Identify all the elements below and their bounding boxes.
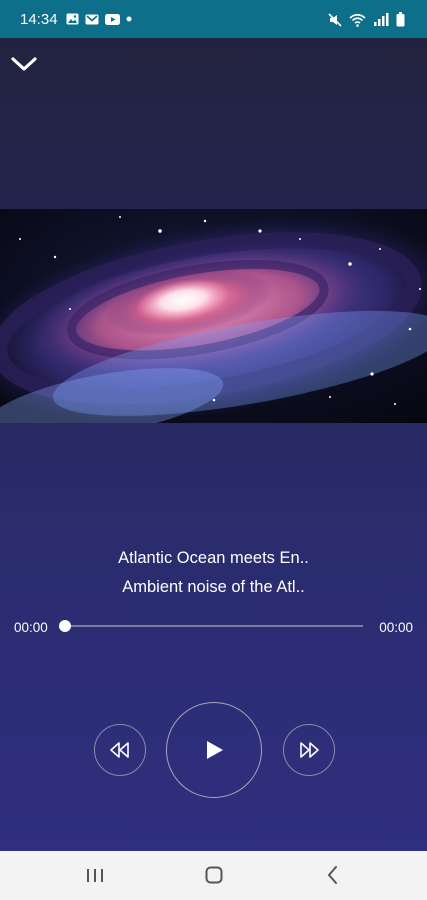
mute-icon [328,12,342,27]
track-subtitle: Ambient noise of the Atl.. [122,578,305,596]
status-system-icons [328,12,405,27]
player-screen: 14:34 Atlantic Ocean meets En.. Ambient … [0,0,427,900]
signal-icon [374,12,389,26]
rewind-icon [110,742,129,758]
play-icon [207,741,223,759]
fast-forward-button[interactable] [283,724,335,776]
notification-dot-icon [126,16,132,22]
youtube-icon [105,13,120,25]
play-button[interactable] [166,702,262,798]
fast-forward-icon [300,742,319,758]
status-time: 14:34 [20,11,58,28]
home-icon [205,866,223,884]
status-bar: 14:34 [0,0,427,38]
recent-apps-icon [87,869,103,882]
chevron-down-icon [11,57,37,71]
recent-apps-button[interactable] [81,863,109,887]
back-icon [328,866,337,884]
track-title: Atlantic Ocean meets En.. [118,549,309,567]
total-time: 00:00 [379,620,413,635]
galaxy-artwork [0,209,427,423]
seek-bar[interactable] [64,625,363,627]
mail-icon [85,14,99,24]
back-button[interactable] [319,863,347,887]
rewind-button[interactable] [94,724,146,776]
system-nav-bar [0,851,427,900]
collapse-button[interactable] [8,50,40,78]
home-button[interactable] [200,863,228,887]
wifi-icon [349,13,366,27]
seek-thumb[interactable] [59,620,71,632]
elapsed-time: 00:00 [14,620,48,635]
battery-icon [396,12,405,27]
status-notification-icons [66,13,132,25]
gallery-icon [66,13,79,25]
